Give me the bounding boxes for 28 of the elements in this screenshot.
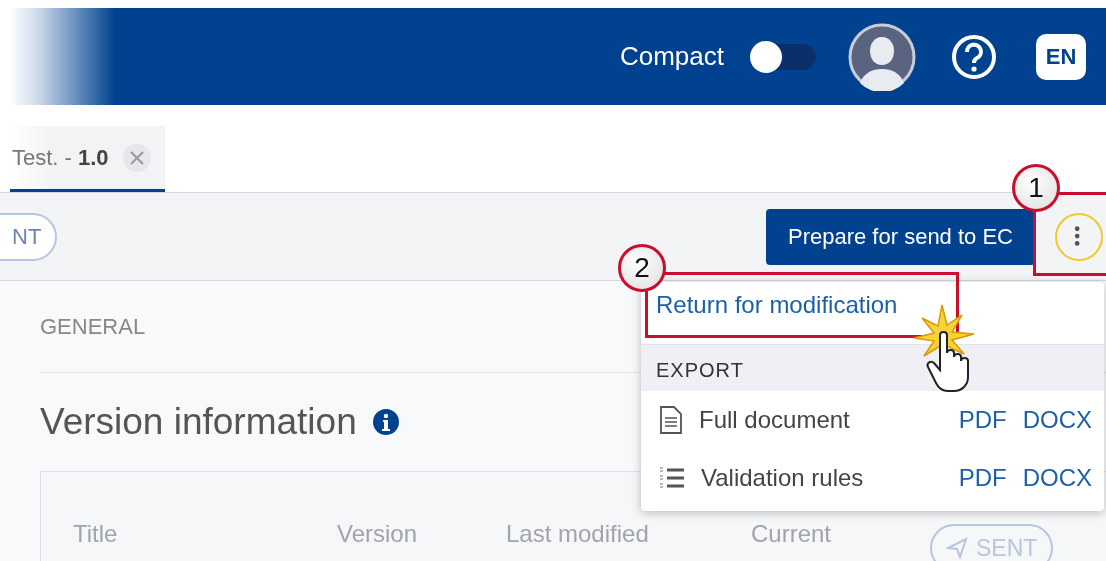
section-label: GENERAL — [40, 313, 146, 340]
help-icon[interactable] — [950, 32, 998, 81]
export-label: Validation rules — [701, 464, 865, 492]
format-link[interactable]: PDF — [958, 406, 1007, 434]
status-badge: SENT — [930, 524, 1054, 561]
format-link[interactable]: DOCX — [1022, 406, 1092, 434]
column-header: Current — [751, 520, 832, 548]
export-label: Full document — [699, 406, 851, 434]
document-tab[interactable]: Test. - 1.0 — [10, 126, 165, 192]
compact-toggle[interactable] — [752, 43, 816, 70]
info-icon[interactable] — [372, 409, 399, 435]
column-header: Last modified — [506, 520, 649, 548]
column-header: Title — [73, 520, 118, 548]
compact-label: Compact — [619, 41, 724, 72]
close-icon[interactable] — [122, 143, 151, 172]
format-link[interactable]: PDF — [958, 464, 1007, 492]
tab-label: Test. - 1.0 — [12, 144, 109, 171]
prepare-button[interactable]: Prepare for send to EC — [766, 208, 1035, 265]
send-icon — [946, 537, 968, 559]
language-button[interactable]: EN — [1036, 33, 1086, 80]
format-link[interactable]: DOCX — [1022, 464, 1092, 492]
section-title: Version information — [40, 401, 357, 443]
document-icon — [659, 406, 683, 434]
column-header: Version — [337, 520, 418, 548]
avatar-icon[interactable] — [848, 22, 916, 91]
status-badge: NT — [0, 212, 58, 261]
more-options-button[interactable] — [1055, 212, 1103, 261]
export-heading: EXPORT — [641, 345, 1104, 391]
